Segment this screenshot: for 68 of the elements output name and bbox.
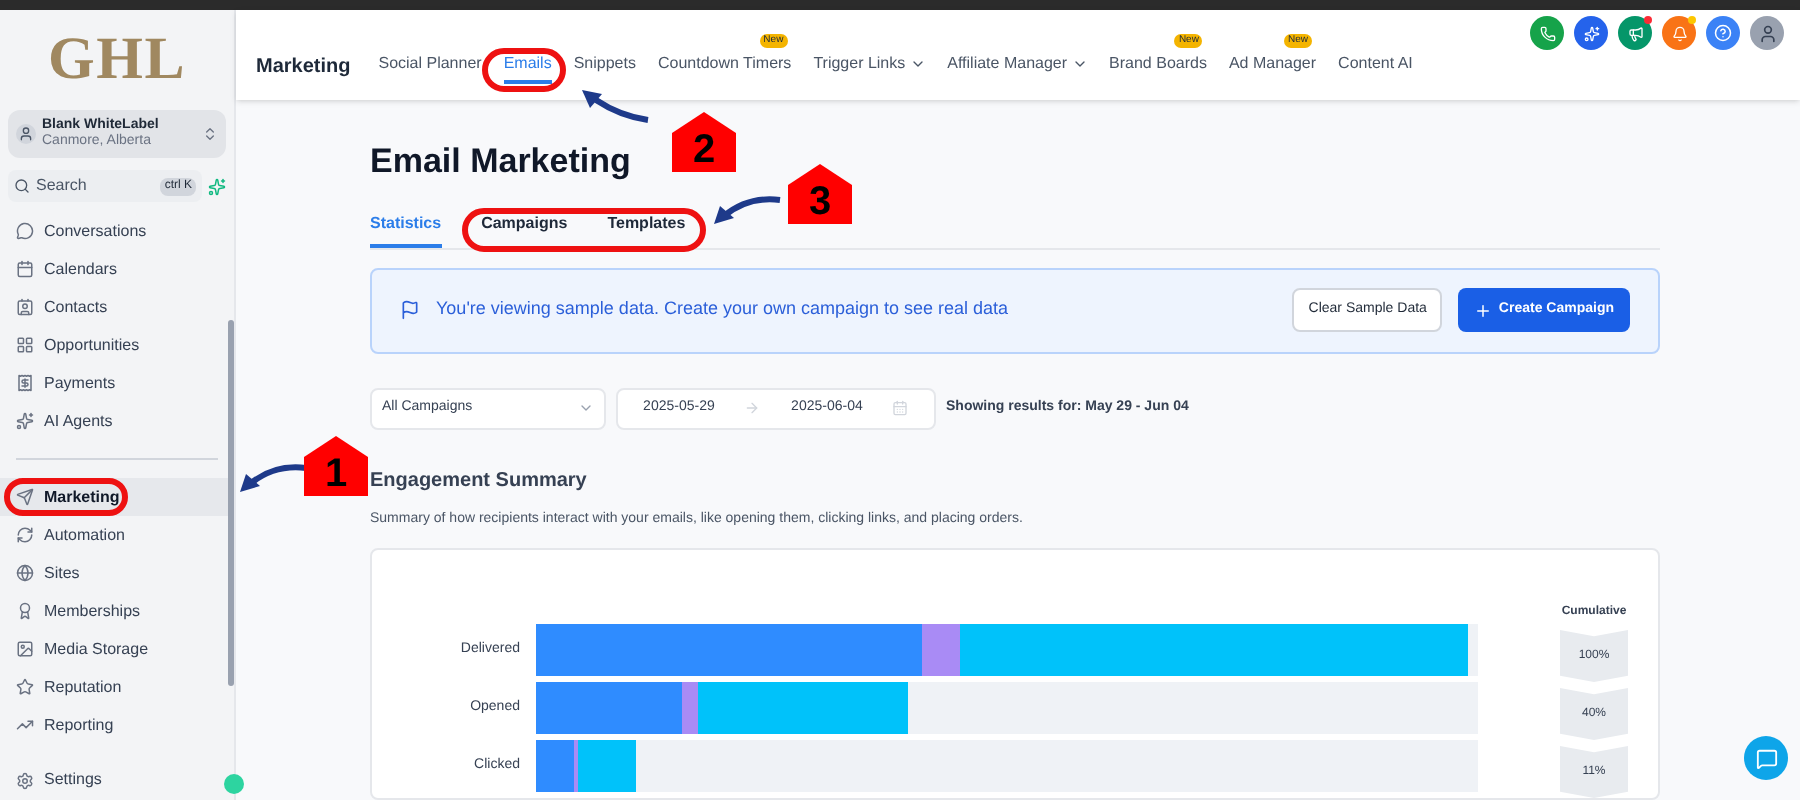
sparkle-icon[interactable] [208,177,226,195]
chat-bubble-icon [16,222,34,240]
chevrons-icon [202,126,218,142]
header-title: Marketing [256,53,351,81]
help-icon [1714,24,1732,42]
grid-icon [16,336,34,354]
curved-arrow [580,88,652,124]
ribbon-icon [16,602,34,620]
settings-icon [16,771,34,789]
bell-icon [1671,25,1687,41]
page-title: Email Marketing [370,139,631,183]
sidebar-item[interactable]: Reputation [0,668,234,706]
search-field[interactable]: Search [36,174,136,198]
sidebar-item[interactable]: AI Agents [0,402,234,440]
notice-text: You're viewing sample data. Create your own campaign to see real data [436,296,1011,323]
paper-plane-icon [16,488,34,506]
nav-tab[interactable]: Emails [503,51,552,83]
chevron-down-icon [578,400,594,416]
sparkle-button[interactable] [1574,16,1608,50]
logo: GHL [46,24,188,96]
calendar-icon [16,260,34,278]
person-silhouette-icon [1757,23,1777,43]
sidebar-item[interactable]: Contacts [0,288,234,326]
sparkles-icon [1583,25,1599,41]
megaphone-button[interactable] [1618,16,1652,50]
plus-icon [1474,301,1493,319]
phone-button[interactable] [1530,16,1564,50]
nav-tab[interactable]: Snippets [573,51,636,83]
nav-tab[interactable]: Trigger Links [813,51,926,83]
page-tab[interactable]: Statistics [370,211,442,247]
help-button[interactable] [1706,16,1740,50]
star-icon [16,678,34,696]
globe-icon [16,564,34,582]
sidebar-item[interactable]: Payments [0,364,234,402]
sidebar-item[interactable]: Automation [0,516,234,554]
phone-icon [1539,25,1555,41]
sparkles-icon [16,412,34,430]
nav-tab[interactable]: Social Planner [378,51,482,83]
bell-button[interactable] [1662,16,1696,50]
contact-card-icon [16,298,34,316]
sidebar-item[interactable]: Memberships [0,592,234,630]
sidebar-item[interactable]: Conversations [0,212,234,250]
nav-tab[interactable]: Affiliate Manager [947,51,1088,83]
image-icon [16,640,34,658]
calendar-icon [892,400,909,416]
page-tab[interactable]: Templates [607,211,686,247]
sidebar-item[interactable]: Opportunities [0,326,234,364]
section-title: Engagement Summary [370,467,589,495]
arrow-right-icon [744,400,761,416]
flag-icon [400,300,420,320]
search-icon [14,178,30,194]
cycle-icon [16,526,34,544]
avatar[interactable] [1750,16,1784,50]
megaphone-icon [1627,25,1643,41]
trend-line-icon [16,716,34,734]
sidebar-item[interactable]: Reporting [0,706,234,744]
page-tab[interactable]: Campaigns [481,211,568,247]
receipt-icon [16,374,34,392]
curved-arrow [712,192,784,228]
collapse-handle[interactable] [224,774,244,794]
nav-tab[interactable]: Content AI [1338,51,1413,83]
sidebar-item[interactable]: Calendars [0,250,234,288]
user-icon [16,124,36,144]
settings-item[interactable]: Settings [0,768,118,792]
curved-arrow [238,460,310,496]
sidebar-item[interactable]: Sites [0,554,234,592]
sidebar-item[interactable]: Media Storage [0,630,234,668]
message-icon [1755,747,1777,769]
